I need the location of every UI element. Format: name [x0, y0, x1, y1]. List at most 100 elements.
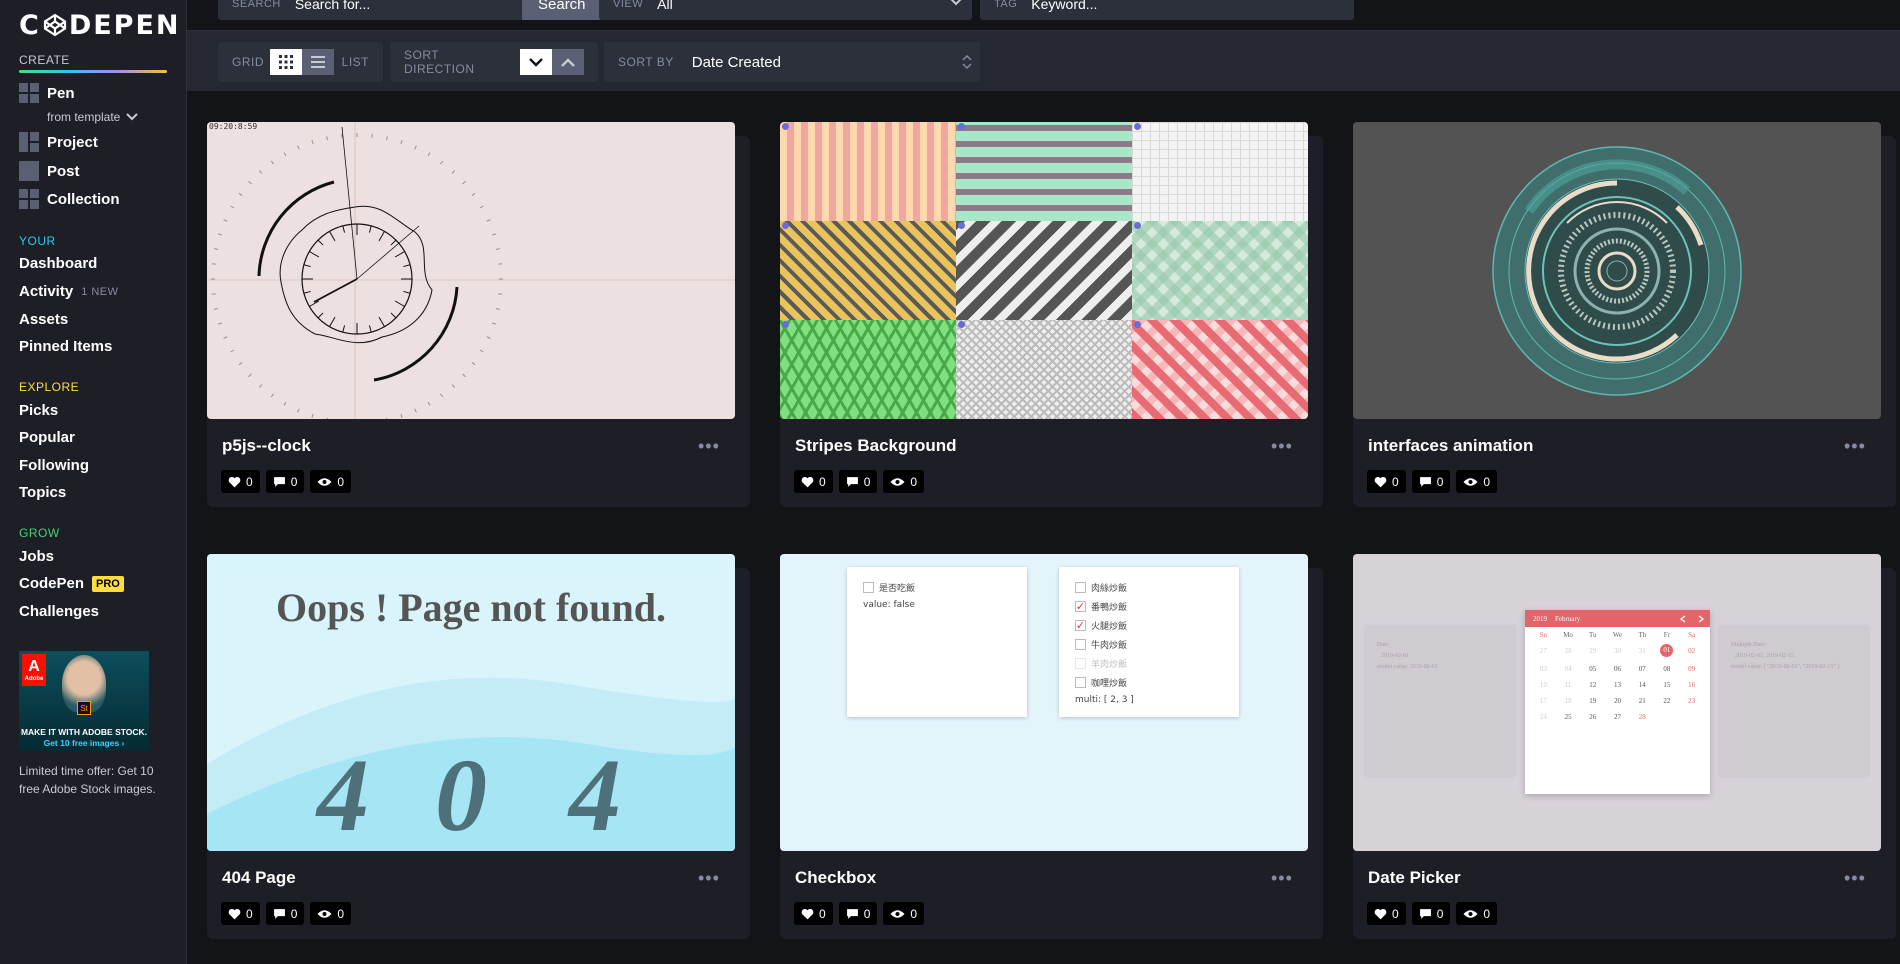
pen-title[interactable]: p5js--clock — [222, 436, 311, 456]
comment-button[interactable]: 0 — [1411, 902, 1451, 925]
chevron-right-icon[interactable] — [1698, 615, 1704, 623]
nav-popular[interactable]: Popular — [19, 429, 75, 446]
calendar-day[interactable]: 05 — [1580, 665, 1605, 673]
calendar-day[interactable]: 21 — [1630, 697, 1655, 705]
calendar-day[interactable]: 12 — [1580, 681, 1605, 689]
more-options-icon[interactable]: ••• — [698, 869, 720, 887]
calendar-day[interactable]: 03 — [1531, 665, 1556, 673]
calendar-day[interactable]: 27 — [1605, 713, 1630, 721]
like-button[interactable]: 0 — [221, 470, 260, 493]
calendar-day[interactable]: 23 — [1679, 697, 1704, 705]
pen-title[interactable]: 404 Page — [222, 868, 296, 888]
more-options-icon[interactable]: ••• — [698, 437, 720, 455]
comment-button[interactable]: 0 — [838, 902, 878, 925]
calendar-day[interactable]: 07 — [1630, 665, 1655, 673]
pen-preview[interactable]: Oops ! Page not found. 4 0 4 — [207, 554, 735, 851]
checkbox-option[interactable]: 羊肉炒飯 — [1075, 657, 1223, 670]
nav-challenges[interactable]: Challenges — [19, 603, 99, 620]
nav-picks[interactable]: Picks — [19, 402, 58, 419]
ad-caption[interactable]: Limited time offer: Get 10 free Adobe St… — [19, 762, 169, 798]
calendar-day[interactable]: 18 — [1556, 697, 1581, 705]
checkbox-option[interactable]: 咖哩炒飯 — [1075, 676, 1223, 689]
nav-topics[interactable]: Topics — [19, 484, 66, 501]
sort-by-select[interactable]: SORT BY Date Created — [604, 42, 980, 82]
grid-view-button[interactable] — [270, 49, 302, 75]
create-pen-link[interactable]: Pen — [19, 83, 75, 103]
calendar-year[interactable]: 2019 — [1533, 615, 1547, 623]
like-button[interactable]: 0 — [221, 902, 260, 925]
tag-input[interactable]: TAG Keyword... — [980, 0, 1354, 20]
calendar-day[interactable]: 02 — [1679, 647, 1704, 657]
create-post-link[interactable]: Post — [19, 161, 80, 181]
nav-codepen-pro[interactable]: CodePen PRO — [19, 575, 124, 592]
checkbox-option[interactable]: ✓ 番鴨炒飯 — [1075, 600, 1223, 613]
calendar-day[interactable]: 10 — [1531, 681, 1556, 689]
adobe-stock-ad[interactable]: A Adobe St MAKE IT WITH ADOBE STOCK. Get … — [19, 651, 149, 751]
calendar-day[interactable]: 09 — [1679, 665, 1704, 673]
calendar-day[interactable]: 22 — [1655, 697, 1680, 705]
chevron-left-icon[interactable] — [1680, 615, 1686, 623]
checkbox-option[interactable]: 牛肉炒飯 — [1075, 638, 1223, 651]
view-select[interactable]: VIEW All — [599, 0, 972, 20]
checkbox-option[interactable]: ✓ 火腿炒飯 — [1075, 619, 1223, 632]
checkbox-option[interactable]: 肉絲炒飯 — [1075, 581, 1223, 594]
calendar-day[interactable]: 04 — [1556, 665, 1581, 673]
more-options-icon[interactable]: ••• — [1271, 437, 1293, 455]
more-options-icon[interactable]: ••• — [1271, 869, 1293, 887]
more-options-icon[interactable]: ••• — [1844, 869, 1866, 887]
calendar-day[interactable]: 14 — [1630, 681, 1655, 689]
calendar-day[interactable]: 26 — [1580, 713, 1605, 721]
calendar-day[interactable]: 25 — [1556, 713, 1581, 721]
calendar-day[interactable]: 29 — [1580, 647, 1605, 657]
calendar-day[interactable]: 15 — [1655, 681, 1680, 689]
comment-button[interactable]: 0 — [265, 470, 305, 493]
calendar-day[interactable]: 11 — [1556, 681, 1581, 689]
calendar-day[interactable]: 16 — [1679, 681, 1704, 689]
comment-button[interactable]: 0 — [1411, 470, 1451, 493]
list-view-button[interactable] — [301, 49, 334, 75]
pen-preview[interactable]: Date: 2019-02-01 model value: 2019-02-01… — [1353, 554, 1881, 851]
like-button[interactable]: 0 — [794, 470, 833, 493]
pen-title[interactable]: interfaces animation — [1368, 436, 1533, 456]
like-button[interactable]: 0 — [794, 902, 833, 925]
calendar-day[interactable]: 20 — [1605, 697, 1630, 705]
nav-pinned-items[interactable]: Pinned Items — [19, 338, 112, 355]
nav-jobs[interactable]: Jobs — [19, 548, 54, 565]
calendar-day[interactable]: 13 — [1605, 681, 1630, 689]
calendar-day[interactable]: 28 — [1556, 647, 1581, 657]
calendar-day[interactable]: 08 — [1655, 665, 1680, 673]
nav-following[interactable]: Following — [19, 457, 89, 474]
comment-button[interactable]: 0 — [265, 902, 305, 925]
pen-preview[interactable] — [1353, 122, 1881, 419]
sort-ascending-button[interactable] — [552, 49, 584, 75]
calendar-day[interactable]: 27 — [1531, 647, 1556, 657]
search-input[interactable]: SEARCH Search for... — [218, 0, 532, 20]
pen-preview[interactable]: 是否吃飯 value: false 肉絲炒飯 ✓ 番鴨炒飯 ✓ 火腿炒飯 牛肉炒飯 羊肉炒飯… — [780, 554, 1308, 851]
search-button[interactable]: Search — [522, 0, 602, 20]
calendar-day[interactable]: 28 — [1630, 713, 1655, 721]
more-options-icon[interactable]: ••• — [1844, 437, 1866, 455]
calendar-day[interactable]: 24 — [1531, 713, 1556, 721]
nav-activity[interactable]: Activity 1 NEW — [19, 283, 119, 300]
codepen-logo[interactable]: C DEPEN — [19, 9, 181, 41]
calendar-day[interactable]: 01 — [1660, 644, 1674, 657]
calendar-day[interactable]: 19 — [1580, 697, 1605, 705]
comment-button[interactable]: 0 — [838, 470, 878, 493]
from-template-dropdown[interactable]: from template — [47, 110, 139, 124]
create-collection-link[interactable]: Collection — [19, 189, 120, 209]
like-button[interactable]: 0 — [1367, 470, 1406, 493]
pen-preview[interactable] — [780, 122, 1308, 419]
calendar-month[interactable]: February — [1555, 615, 1580, 623]
calendar-day[interactable]: 17 — [1531, 697, 1556, 705]
nav-dashboard[interactable]: Dashboard — [19, 255, 97, 272]
pen-preview[interactable]: 09:20:8:59 — [207, 122, 735, 419]
calendar-day[interactable]: 30 — [1605, 647, 1630, 657]
like-button[interactable]: 0 — [1367, 902, 1406, 925]
pen-title[interactable]: Date Picker — [1368, 868, 1461, 888]
pen-title[interactable]: Stripes Background — [795, 436, 957, 456]
sort-descending-button[interactable] — [520, 49, 553, 75]
create-project-link[interactable]: Project — [19, 132, 98, 152]
nav-assets[interactable]: Assets — [19, 311, 68, 328]
calendar-day[interactable]: 31 — [1630, 647, 1655, 657]
calendar-day[interactable]: 06 — [1605, 665, 1630, 673]
